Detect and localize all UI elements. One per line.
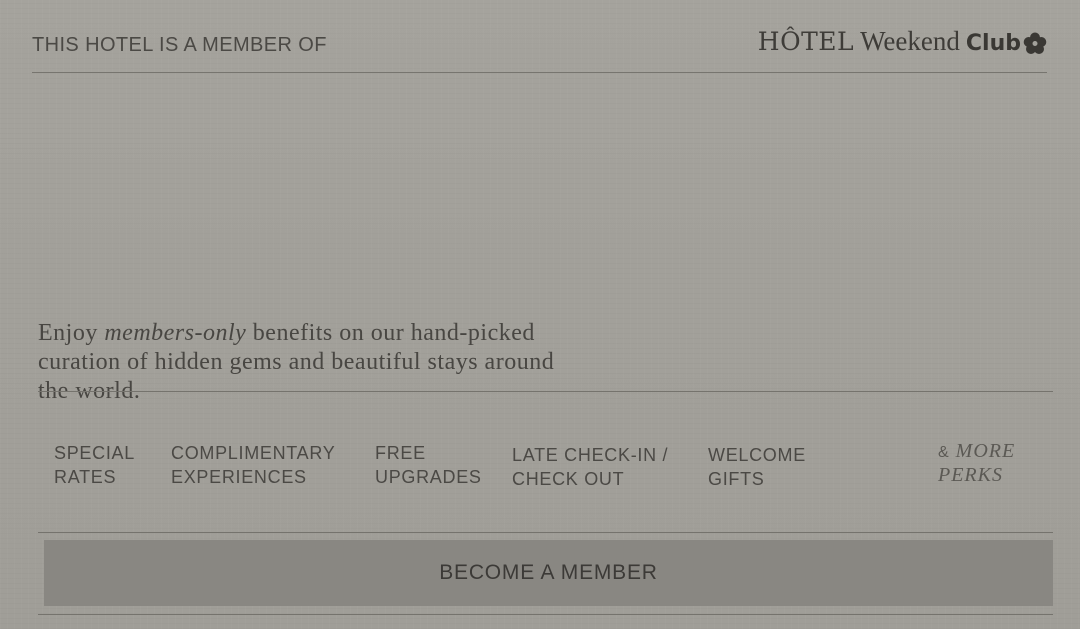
perk-late-check-in: LATE CHECK-IN / CHECK OUT — [512, 443, 692, 491]
logo-hotel-text: HÔTEL — [757, 27, 855, 56]
perk-line: UPGRADES — [375, 467, 482, 487]
logo-club-text: Club — [965, 31, 1021, 56]
perk-special-rates: SPECIAL RATES — [54, 441, 154, 489]
intro-lead: Enjoy — [38, 320, 105, 346]
logo-weekend-text: Weekend — [860, 26, 960, 56]
perk-line: CHECK OUT — [512, 469, 625, 489]
more-perks-label-1: MORE — [955, 440, 1016, 462]
divider-middle — [38, 532, 1053, 533]
perk-welcome-gifts: WELCOME GIFTS — [708, 443, 838, 491]
membership-header: THIS HOTEL IS A MEMBER OF HÔTEL Weekend … — [32, 0, 1047, 73]
member-of-label: THIS HOTEL IS A MEMBER OF — [32, 34, 327, 56]
perk-line: LATE CHECK-IN / — [512, 445, 669, 465]
divider-top — [38, 391, 1053, 392]
divider-bottom — [38, 614, 1053, 615]
perk-line: FREE — [375, 443, 426, 463]
more-perks-label-2: PERKS — [938, 464, 1003, 486]
perk-line: COMPLIMENTARY — [171, 443, 336, 463]
perk-line: SPECIAL — [54, 443, 135, 463]
become-member-button[interactable]: BECOME A MEMBER — [44, 540, 1053, 606]
perk-line: GIFTS — [708, 469, 765, 489]
perk-line: EXPERIENCES — [171, 467, 307, 487]
perk-line: RATES — [54, 467, 117, 487]
more-perks-link[interactable]: & MORE PERKS — [938, 440, 1048, 486]
more-perks-line-1: & MORE — [938, 440, 1048, 464]
membership-intro: Enjoy members-only benefits on our hand-… — [38, 319, 558, 406]
perk-free-upgrades: FREE UPGRADES — [375, 441, 495, 489]
flower-icon — [1023, 32, 1047, 54]
ampersand-symbol: & — [938, 444, 950, 461]
hotel-weekend-club-logo[interactable]: HÔTEL Weekend Club — [758, 26, 1047, 60]
perk-line: WELCOME — [708, 445, 806, 465]
perk-complimentary-experiences: COMPLIMENTARY EXPERIENCES — [171, 441, 361, 489]
background-texture — [0, 0, 1080, 629]
intro-emphasis: members-only — [104, 320, 247, 346]
